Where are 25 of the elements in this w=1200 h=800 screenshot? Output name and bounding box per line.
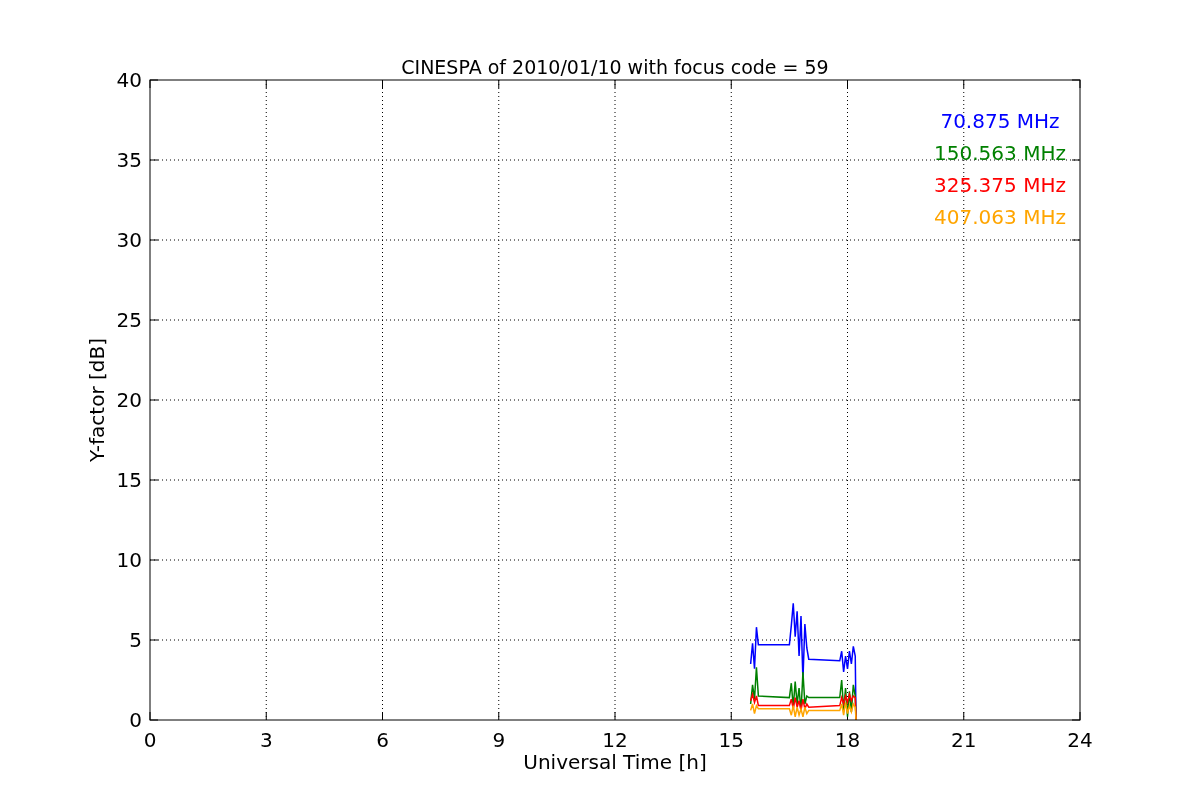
- axis-label: Y-factor [dB]: [85, 338, 109, 462]
- tick-label: 30: [116, 228, 142, 252]
- tick-label: 9: [492, 728, 506, 752]
- tick-label: 21: [951, 728, 977, 752]
- tick-label: 0: [129, 708, 142, 732]
- legend-label: 70.875 MHz: [940, 109, 1060, 133]
- tick-label: 5: [129, 628, 142, 652]
- tick-label: 6: [376, 728, 389, 752]
- axis-label: Universal Time [h]: [523, 750, 707, 774]
- tick-label: 40: [116, 68, 142, 92]
- tick-label: 25: [116, 308, 142, 332]
- tick-label: 12: [602, 728, 628, 752]
- tick-label: 20: [116, 388, 142, 412]
- tick-label: 24: [1067, 728, 1093, 752]
- chart-title: CINESPA of 2010/01/10 with focus code = 59: [401, 56, 829, 78]
- tick-label: 10: [116, 548, 142, 572]
- tick-label: 35: [116, 148, 142, 172]
- legend-label: 407.063 MHz: [934, 205, 1066, 229]
- tick-label: 3: [259, 728, 273, 752]
- tick-label: 18: [834, 728, 861, 752]
- tick-label: 15: [718, 728, 744, 752]
- tick-label: 0: [143, 728, 157, 752]
- legend-label: 325.375 MHz: [934, 173, 1066, 197]
- legend-label: 150.563 MHz: [934, 141, 1066, 165]
- tick-label: 15: [116, 468, 142, 492]
